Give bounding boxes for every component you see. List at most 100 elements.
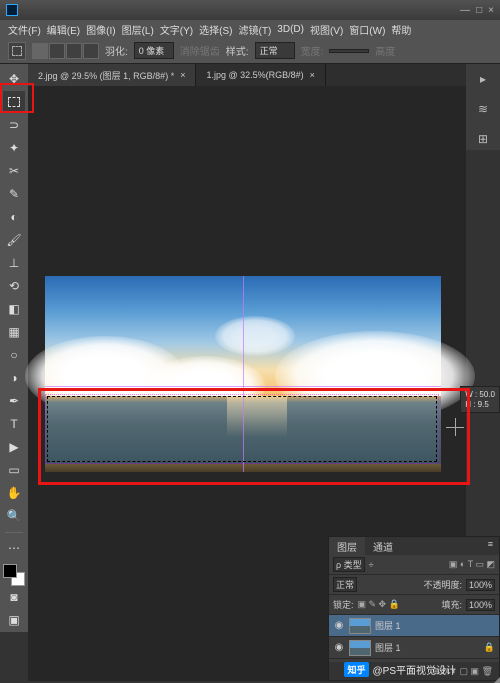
tab-label: 1.jpg @ 32.5%(RGB/8#)	[206, 70, 303, 80]
height-readout-value: 9.5	[478, 400, 489, 409]
document-tabbar: 2.jpg @ 29.5% (图层 1, RGB/8#) * × 1.jpg @…	[0, 64, 500, 86]
fill-input[interactable]: 100%	[466, 599, 495, 611]
app-logo	[6, 4, 18, 16]
feather-label: 羽化:	[105, 43, 128, 58]
magic-wand-tool[interactable]: ✦	[3, 137, 25, 159]
menu-edit[interactable]: 编辑(E)	[45, 22, 82, 37]
lock-icons[interactable]: ▣ ✎ ✥ 🔒	[358, 599, 400, 610]
menu-help[interactable]: 帮助	[389, 22, 413, 37]
selection-new-icon[interactable]	[32, 43, 48, 59]
lock-label: 锁定:	[333, 598, 354, 611]
zoom-tool[interactable]: 🔍	[3, 505, 25, 527]
properties-panel-icon[interactable]: ⊞	[472, 128, 494, 150]
foreground-swatch[interactable]	[3, 564, 17, 578]
height-readout-label: H :	[465, 400, 475, 409]
horizontal-guide	[45, 386, 441, 387]
menu-3d[interactable]: 3D(D)	[275, 24, 306, 35]
width-label: 宽度:	[301, 43, 324, 58]
layer-filter-icons[interactable]: ▣ ◐ T ▭ ◩	[449, 559, 495, 570]
options-bar: 羽化: 0 像素 消除锯齿 样式: 正常 宽度: 高度	[0, 38, 500, 64]
brush-tool[interactable]: 🖌	[3, 229, 25, 251]
selection-add-icon[interactable]	[49, 43, 65, 59]
history-brush-tool[interactable]: ⟲	[3, 275, 25, 297]
eyedropper-tool[interactable]: ✎	[3, 183, 25, 205]
visibility-toggle-icon[interactable]: ◉	[333, 642, 345, 653]
lock-icon: 🔒	[484, 642, 495, 653]
pen-tool[interactable]: ✒	[3, 390, 25, 412]
rectangle-tool[interactable]: ▭	[3, 459, 25, 481]
visibility-toggle-icon[interactable]: ◉	[333, 620, 345, 631]
layer-filter-select[interactable]: ρ 类型	[333, 557, 365, 572]
quickmask-toggle[interactable]: ◙	[3, 586, 25, 608]
menu-view[interactable]: 视图(V)	[308, 22, 345, 37]
menu-filter[interactable]: 滤镜(T)	[237, 22, 274, 37]
clone-stamp-tool[interactable]: ⊥	[3, 252, 25, 274]
layer-thumbnail[interactable]	[349, 618, 371, 634]
filter-dropdown-icon[interactable]: ÷	[369, 560, 374, 570]
close-button[interactable]: ×	[488, 5, 494, 16]
menu-image[interactable]: 图像(I)	[84, 22, 117, 37]
width-readout-value: 50.0	[479, 390, 495, 399]
style-label: 样式:	[226, 43, 249, 58]
tab-close-icon[interactable]: ×	[310, 70, 315, 80]
crop-tool[interactable]: ✂	[3, 160, 25, 182]
zhihu-logo: 知乎	[344, 662, 368, 677]
tab-close-icon[interactable]: ×	[180, 70, 185, 80]
maximize-button[interactable]: □	[476, 5, 482, 16]
fill-label: 填充:	[441, 598, 462, 611]
healing-brush-tool[interactable]: ◐	[3, 206, 25, 228]
tab-layers[interactable]: 图层	[329, 537, 365, 555]
style-select[interactable]: 正常	[255, 42, 295, 59]
type-tool[interactable]: T	[3, 413, 25, 435]
blend-mode-select[interactable]: 正常	[333, 577, 357, 592]
collapse-dock-icon[interactable]: ▸	[472, 68, 494, 90]
rectangular-marquee-tool[interactable]	[3, 91, 25, 113]
resize-handle-icon[interactable]	[494, 675, 500, 683]
eraser-tool[interactable]: ◧	[3, 298, 25, 320]
menubar: 文件(F) 编辑(E) 图像(I) 图层(L) 文字(Y) 选择(S) 滤镜(T…	[0, 20, 500, 38]
window-titlebar: — □ ×	[0, 0, 500, 20]
selection-subtract-icon[interactable]	[66, 43, 82, 59]
minimize-button[interactable]: —	[460, 5, 470, 16]
gradient-tool[interactable]: ▦	[3, 321, 25, 343]
marquee-selection[interactable]	[47, 396, 437, 462]
document-tab-1jpg[interactable]: 1.jpg @ 32.5%(RGB/8#) ×	[196, 64, 325, 86]
history-panel-icon[interactable]: ≋	[472, 98, 494, 120]
width-readout-label: W :	[465, 390, 477, 399]
panel-menu-icon[interactable]: ≡	[482, 537, 499, 555]
color-wells[interactable]	[3, 564, 25, 586]
menu-select[interactable]: 选择(S)	[197, 22, 234, 37]
dodge-tool[interactable]: ◑	[3, 367, 25, 389]
tab-label: 2.jpg @ 29.5% (图层 1, RGB/8#) *	[38, 69, 174, 82]
feather-input[interactable]: 0 像素	[134, 42, 174, 59]
screenmode-toggle[interactable]: ▣	[3, 609, 25, 631]
document-tab-2jpg[interactable]: 2.jpg @ 29.5% (图层 1, RGB/8#) * ×	[28, 64, 196, 86]
layer-item-layer1[interactable]: ◉ 图层 1	[329, 615, 499, 637]
width-input	[329, 49, 369, 53]
edit-toolbar-icon[interactable]: ⋯	[3, 537, 25, 559]
opacity-input[interactable]: 100%	[466, 579, 495, 591]
tab-channels[interactable]: 通道	[365, 537, 401, 555]
cursor-crosshair-icon	[446, 418, 464, 436]
toolbox: ✥ ⊃ ✦ ✂ ✎ ◐ 🖌 ⊥ ⟲ ◧ ▦ ○ ◑ ✒ T ▶ ▭ ✋ 🔍 ⋯ …	[0, 64, 28, 632]
move-tool[interactable]: ✥	[3, 68, 25, 90]
menu-layer[interactable]: 图层(L)	[120, 22, 156, 37]
selection-intersect-icon[interactable]	[83, 43, 99, 59]
layer-item-background[interactable]: ◉ 图层 1 🔒	[329, 637, 499, 659]
layers-panel: 图层 通道 ≡ ρ 类型 ÷ ▣ ◐ T ▭ ◩ 正常 不透明度: 100% 锁…	[328, 536, 500, 681]
dimension-tooltip: W : 50.0 H : 9.5	[460, 386, 500, 413]
watermark-text: @PS平面视觉设计	[373, 662, 457, 677]
marquee-tool-preset-icon[interactable]	[8, 42, 26, 60]
hand-tool[interactable]: ✋	[3, 482, 25, 504]
path-selection-tool[interactable]: ▶	[3, 436, 25, 458]
layer-name-label[interactable]: 图层 1	[375, 619, 401, 632]
blur-tool[interactable]: ○	[3, 344, 25, 366]
layer-thumbnail[interactable]	[349, 640, 371, 656]
layer-name-label[interactable]: 图层 1	[375, 641, 401, 654]
height-label: 高度	[375, 43, 395, 58]
window-controls: — □ ×	[460, 5, 494, 16]
lasso-tool[interactable]: ⊃	[3, 114, 25, 136]
menu-window[interactable]: 窗口(W)	[347, 22, 387, 37]
menu-file[interactable]: 文件(F)	[6, 22, 43, 37]
menu-type[interactable]: 文字(Y)	[158, 22, 195, 37]
